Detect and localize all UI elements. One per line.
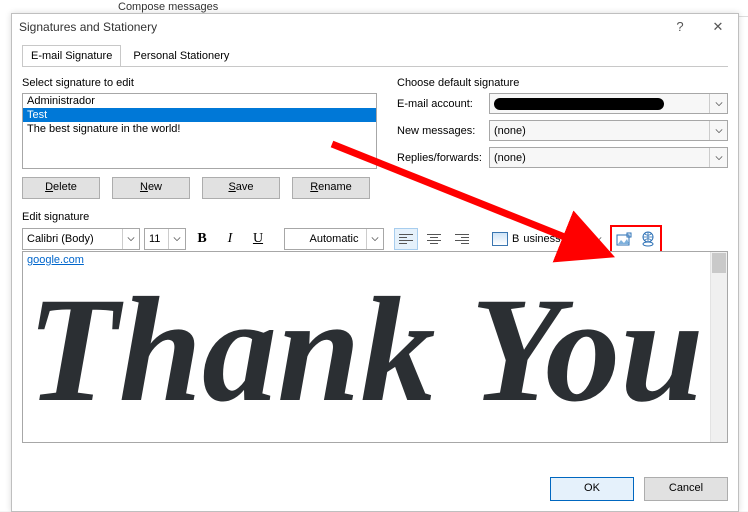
scroll-thumb[interactable]	[712, 253, 726, 273]
font-select[interactable]: Calibri (Body)	[22, 228, 140, 250]
tab-label: Personal Stationery	[133, 50, 229, 62]
globe-link-icon	[640, 231, 656, 247]
choose-default-label: Choose default signature	[397, 77, 728, 89]
list-item[interactable]: Administrador	[23, 94, 376, 108]
replies-forwards-select[interactable]: (none)	[489, 147, 728, 168]
signature-editor[interactable]: google.com Thank You	[22, 251, 728, 443]
color-label: Automatic	[310, 233, 359, 245]
bold-button[interactable]: B	[190, 228, 214, 250]
title-bar: Signatures and Stationery ? ✕	[12, 14, 738, 40]
new-button[interactable]: New	[112, 177, 190, 199]
signature-image: Thank You	[27, 270, 707, 440]
delete-button[interactable]: Delete	[22, 177, 100, 199]
svg-text:Thank You: Thank You	[27, 270, 704, 433]
align-left-button[interactable]	[394, 228, 418, 250]
font-color-select[interactable]: Automatic	[284, 228, 384, 250]
font-name: Calibri (Body)	[27, 233, 94, 245]
replies-forwards-label: Replies/forwards:	[397, 152, 489, 164]
insert-picture-button[interactable]	[613, 229, 635, 249]
list-item[interactable]: Test	[23, 108, 376, 122]
chevron-down-icon	[709, 94, 727, 113]
new-messages-label: New messages:	[397, 125, 489, 137]
edit-signature-label: Edit signature	[22, 211, 728, 223]
picture-icon	[616, 232, 632, 246]
chevron-down-icon	[594, 235, 602, 243]
cancel-button[interactable]: Cancel	[644, 477, 728, 501]
editor-toolbar: Calibri (Body) 11 B I U Automatic	[22, 227, 728, 251]
close-button[interactable]: ✕	[698, 14, 738, 40]
email-account-select[interactable]	[489, 93, 728, 114]
list-item[interactable]: The best signature in the world!	[23, 122, 376, 136]
scrollbar[interactable]	[710, 252, 727, 442]
align-center-button[interactable]	[422, 228, 446, 250]
tab-label: E-mail Signature	[31, 50, 112, 62]
select-value: (none)	[494, 125, 526, 137]
business-card-button[interactable]: Business Card	[488, 229, 606, 249]
signature-listbox[interactable]: Administrador Test The best signature in…	[22, 93, 377, 169]
save-button[interactable]: Save	[202, 177, 280, 199]
dialog-window: Signatures and Stationery ? ✕ E-mail Sig…	[11, 13, 739, 512]
underline-button[interactable]: U	[246, 228, 270, 250]
tab-strip: E-mail Signature Personal Stationery	[22, 44, 728, 67]
rename-button[interactable]: Rename	[292, 177, 370, 199]
chevron-down-icon	[122, 229, 139, 249]
ok-button[interactable]: OK	[550, 477, 634, 501]
font-size-select[interactable]: 11	[144, 228, 186, 250]
chevron-down-icon	[709, 121, 727, 140]
chevron-down-icon	[168, 229, 185, 249]
bg-menu-item: Compose messages	[112, 0, 224, 14]
highlight-box	[610, 225, 662, 253]
help-button[interactable]: ?	[662, 14, 698, 40]
tab-email-signature[interactable]: E-mail Signature	[22, 45, 121, 66]
align-right-button[interactable]	[450, 228, 474, 250]
business-card-icon	[492, 232, 508, 246]
chevron-down-icon	[366, 229, 383, 249]
tab-personal-stationery[interactable]: Personal Stationery	[124, 45, 238, 66]
email-account-label: E-mail account:	[397, 98, 489, 110]
font-size: 11	[149, 233, 160, 245]
select-value: (none)	[494, 152, 526, 164]
window-title: Signatures and Stationery	[19, 20, 157, 34]
chevron-down-icon	[709, 148, 727, 167]
insert-hyperlink-button[interactable]	[637, 229, 659, 249]
new-messages-select[interactable]: (none)	[489, 120, 728, 141]
redacted-account	[494, 98, 664, 110]
italic-button[interactable]: I	[218, 228, 242, 250]
select-signature-label: Select signature to edit	[22, 77, 377, 89]
hyperlink-text[interactable]: google.com	[27, 254, 84, 266]
